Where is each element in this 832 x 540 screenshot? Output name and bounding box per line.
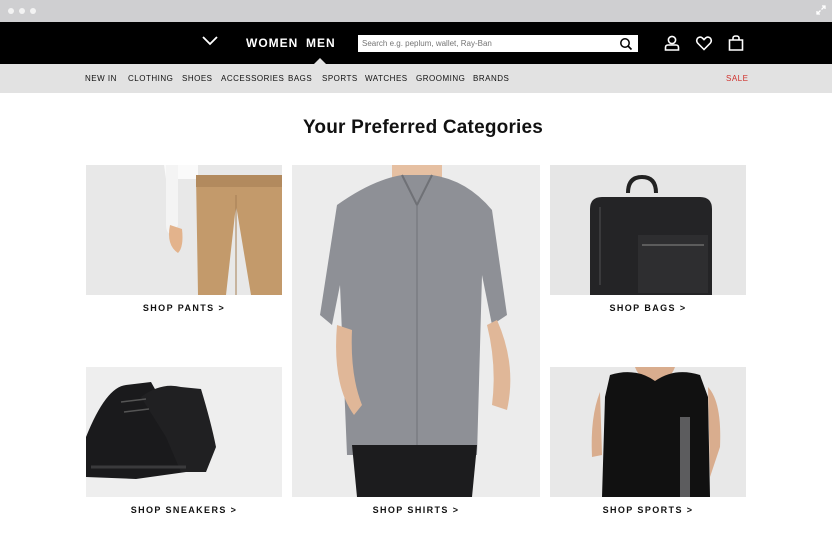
page-title: Your Preferred Categories (302, 117, 544, 138)
search-icon[interactable] (619, 37, 633, 51)
subnav-grooming[interactable]: GROOMING (416, 64, 465, 93)
search-input[interactable] (359, 36, 609, 51)
subnav-brands[interactable]: BRANDS (473, 64, 509, 93)
search-box (358, 35, 638, 52)
top-navigation-bar: WOMEN MEN (0, 22, 832, 64)
window-dot-maximize[interactable] (30, 8, 36, 14)
category-subnav: NEW IN CLOTHING SHOES ACCESSORIES BAGS S… (0, 64, 832, 93)
nav-women[interactable]: WOMEN (246, 22, 298, 64)
subnav-new-in[interactable]: NEW IN (85, 64, 117, 93)
shop-shirts-link[interactable]: SHOP SHIRTS > (292, 505, 540, 515)
subnav-sale[interactable]: SALE (726, 64, 748, 93)
subnav-accessories[interactable]: ACCESSORIES (221, 64, 284, 93)
menu-chevron-icon[interactable] (200, 34, 220, 48)
browser-chrome (0, 0, 832, 22)
pants-image[interactable] (86, 165, 282, 295)
sneakers-image[interactable] (86, 367, 282, 497)
bags-image[interactable] (550, 165, 746, 295)
window-dot-minimize[interactable] (19, 8, 25, 14)
shopping-bag-icon[interactable] (727, 34, 745, 52)
shop-sneakers-link[interactable]: SHOP SNEAKERS > (86, 505, 282, 515)
expand-icon[interactable] (816, 5, 826, 15)
account-icon[interactable] (663, 34, 681, 52)
wishlist-heart-icon[interactable] (695, 34, 713, 52)
shop-sports-link[interactable]: SHOP SPORTS > (550, 505, 746, 515)
window-dot-close[interactable] (8, 8, 14, 14)
shop-bags-link[interactable]: SHOP BAGS > (550, 303, 746, 313)
subnav-sports[interactable]: SPORTS (322, 64, 358, 93)
subnav-bags[interactable]: BAGS (288, 64, 312, 93)
subnav-shoes[interactable]: SHOES (182, 64, 213, 93)
shirts-image[interactable] (292, 165, 540, 497)
sports-image[interactable] (550, 367, 746, 497)
subnav-watches[interactable]: WATCHES (365, 64, 408, 93)
shop-pants-link[interactable]: SHOP PANTS > (86, 303, 282, 313)
subnav-clothing[interactable]: CLOTHING (128, 64, 173, 93)
